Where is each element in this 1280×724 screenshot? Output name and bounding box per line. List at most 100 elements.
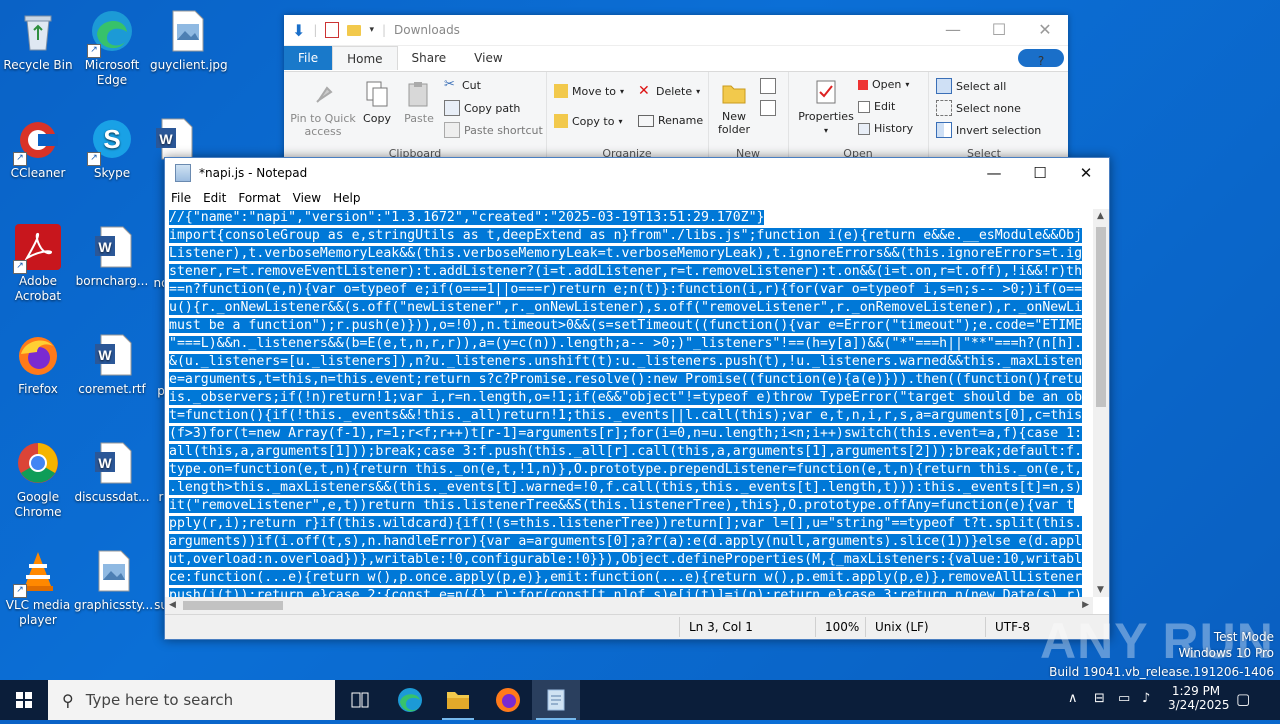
taskbar-search[interactable]: ⚲ Type here to search [48, 680, 335, 720]
menu-help[interactable]: Help [327, 191, 366, 205]
editor-line[interactable]: (f>3)for(t=new Array(f-1),r=1;r<f;r++)t[… [169, 425, 1091, 443]
clock[interactable]: 1:29 PM 3/24/2025 [1168, 684, 1230, 712]
editor-line[interactable]: "===L)&&n._listeners&&(b=E(e,t,n,r,r)),a… [169, 335, 1091, 353]
desktop-icon-guyclient[interactable]: guyclient.jpg [150, 8, 228, 73]
properties-button[interactable]: Properties ▾ [796, 78, 856, 137]
tab-file[interactable]: File [284, 46, 333, 70]
editor-line[interactable]: it("removeListener",e,t))return this.lis… [169, 497, 1091, 515]
editor-line[interactable]: Listener),t.verboseMemoryLeak&&(this.ver… [169, 245, 1091, 263]
pin-quick-access-button[interactable]: Pin to Quick access [288, 80, 358, 138]
notifications-icon[interactable]: ▢ [1236, 690, 1250, 708]
select-all-button[interactable]: Select all [936, 78, 1006, 94]
edit-button[interactable]: Edit [858, 100, 895, 113]
scroll-down-icon[interactable]: ▼ [1097, 585, 1104, 595]
cut-button[interactable]: ✂ Cut [444, 78, 481, 92]
taskbar-edge[interactable] [386, 680, 434, 720]
task-view-button[interactable] [336, 680, 384, 720]
delete-button[interactable]: ✕ Delete ▾ [638, 84, 700, 98]
desktop-icon-ccleaner[interactable]: ↗ CCleaner [0, 116, 76, 181]
editor-line[interactable]: must be a function");r.push(e)})),o=!0),… [169, 317, 1091, 335]
editor-line[interactable]: u(){r._onNewListener&&(s.off("newListene… [169, 299, 1091, 317]
horizontal-scrollbar[interactable]: ◀ ▶ [165, 597, 1093, 614]
close-button[interactable]: ✕ [1022, 15, 1068, 45]
minimize-button[interactable]: — [971, 158, 1017, 188]
maximize-button[interactable]: ☐ [1017, 158, 1063, 188]
taskbar-firefox[interactable] [484, 680, 532, 720]
desktop-icon-firefox[interactable]: Firefox [0, 332, 76, 397]
editor-line[interactable]: ut,overload:n.overload})},writable:!0,co… [169, 551, 1091, 569]
open-button[interactable]: Open ▾ [858, 78, 909, 91]
menu-view[interactable]: View [287, 191, 327, 205]
chevron-down-icon[interactable]: ▾ [369, 25, 374, 35]
line-ending: Unix (LF) [875, 620, 929, 634]
desktop-icon-coremet[interactable]: W coremet.rtf [74, 332, 150, 397]
editor-line[interactable]: &(u._listeners=[u._listeners]),n?u._list… [169, 353, 1091, 371]
scroll-right-icon[interactable]: ▶ [1082, 600, 1089, 610]
maximize-button[interactable]: ☐ [976, 15, 1022, 45]
editor-line[interactable]: type.on=function(e,t,n){return this._on(… [169, 461, 1091, 479]
desktop-icon-vlc[interactable]: ↗ VLC media player [0, 548, 76, 628]
easy-access-icon[interactable] [760, 100, 776, 116]
text-editor[interactable]: //{"name":"napi","version":"1.3.1672","c… [169, 209, 1091, 597]
properties-check-icon[interactable] [325, 22, 340, 38]
menu-format[interactable]: Format [232, 191, 286, 205]
rename-button[interactable]: Rename [638, 114, 703, 127]
shortcut-arrow-icon: ↗ [87, 44, 101, 58]
paste-button[interactable]: Paste [400, 80, 438, 125]
editor-line[interactable]: t=function(){if(!this._events&&!this._al… [169, 407, 1091, 425]
desktop-icon-discussdat[interactable]: W discussdat... [74, 440, 150, 505]
editor-line[interactable]: e=arguments,t=this,n=this.event;return s… [169, 371, 1091, 389]
editor-line[interactable]: //{"name":"napi","version":"1.3.1672","c… [169, 209, 1091, 227]
paste-shortcut-button[interactable]: Paste shortcut [444, 122, 543, 138]
desktop-icon-edge[interactable]: ↗ Microsoft Edge [74, 8, 150, 88]
editor-line[interactable]: stener,r=t.removeEventListener):t.addLis… [169, 263, 1091, 281]
desktop-icon-borncharg[interactable]: W borncharg... [74, 224, 150, 289]
scissors-icon: ✂ [444, 77, 455, 92]
scroll-thumb[interactable] [1096, 227, 1106, 407]
editor-line[interactable]: ==n?function(e,n){var o=typeof e;if(o===… [169, 281, 1091, 299]
desktop-icon-graphicssty[interactable]: graphicssty... [74, 548, 153, 613]
editor-line[interactable]: .length>this._maxListeners&&(this._event… [169, 479, 1091, 497]
desktop-icon-chrome[interactable]: Google Chrome [0, 440, 76, 520]
editor-line[interactable]: pply(r,i);return r}if(this.wildcard){if(… [169, 515, 1091, 533]
scroll-left-icon[interactable]: ◀ [169, 600, 176, 610]
new-item-icon[interactable] [760, 78, 776, 94]
start-button[interactable] [0, 680, 48, 720]
folder-icon[interactable] [347, 24, 362, 36]
scroll-up-icon[interactable]: ▲ [1097, 211, 1104, 221]
network-icon[interactable]: ▭ [1118, 691, 1130, 706]
close-button[interactable]: ✕ [1063, 158, 1109, 188]
network-status-icon[interactable]: ⊟ [1094, 691, 1105, 706]
new-folder-button[interactable]: New folder [714, 78, 754, 136]
editor-line[interactable]: push(i(t));return e}case 2:{const e=n({}… [169, 587, 1091, 597]
move-to-button[interactable]: Move to ▾ [554, 84, 624, 98]
copy-path-button[interactable]: Copy path [444, 100, 520, 116]
menu-file[interactable]: File [165, 191, 197, 205]
minimize-button[interactable]: — [930, 15, 976, 45]
copy-button[interactable]: Copy [358, 80, 396, 125]
editor-line[interactable]: all(this,a,arguments[1]));break;case 3:f… [169, 443, 1091, 461]
select-none-button[interactable]: Select none [936, 100, 1021, 116]
taskbar-file-explorer[interactable] [434, 680, 482, 720]
tab-home[interactable]: Home [332, 46, 398, 70]
desktop-icon-recycle-bin[interactable]: Recycle Bin [0, 8, 76, 73]
tab-share[interactable]: Share [398, 46, 461, 70]
vertical-scrollbar[interactable]: ▲ ▼ [1093, 209, 1109, 597]
history-button[interactable]: History [858, 122, 913, 135]
editor-line[interactable]: import{consoleGroup as e,stringUtils as … [169, 227, 1091, 245]
desktop-icon-skype[interactable]: S ↗ Skype [74, 116, 150, 181]
invert-selection-button[interactable]: Invert selection [936, 122, 1041, 138]
editor-line[interactable]: arguments))if(i.off(t,s),n.handleError){… [169, 533, 1091, 551]
tab-view[interactable]: View [460, 46, 516, 70]
menu-edit[interactable]: Edit [197, 191, 232, 205]
desktop-icon-acrobat[interactable]: ↗ Adobe Acrobat [0, 224, 76, 304]
down-arrow-icon[interactable]: ⬇ [292, 21, 305, 40]
editor-line[interactable]: is._observers;if(!n)return!1;var i,r=n.l… [169, 389, 1091, 407]
scroll-thumb[interactable] [183, 601, 283, 610]
copy-to-button[interactable]: Copy to ▾ [554, 114, 622, 128]
taskbar-notepad[interactable] [532, 680, 580, 720]
help-button[interactable]: ? [1018, 49, 1064, 68]
show-hidden-icons-button[interactable]: ∧ [1068, 691, 1078, 706]
volume-icon[interactable]: ♪ [1142, 691, 1150, 706]
editor-line[interactable]: ce:function(...e){return w(),p.once.appl… [169, 569, 1091, 587]
